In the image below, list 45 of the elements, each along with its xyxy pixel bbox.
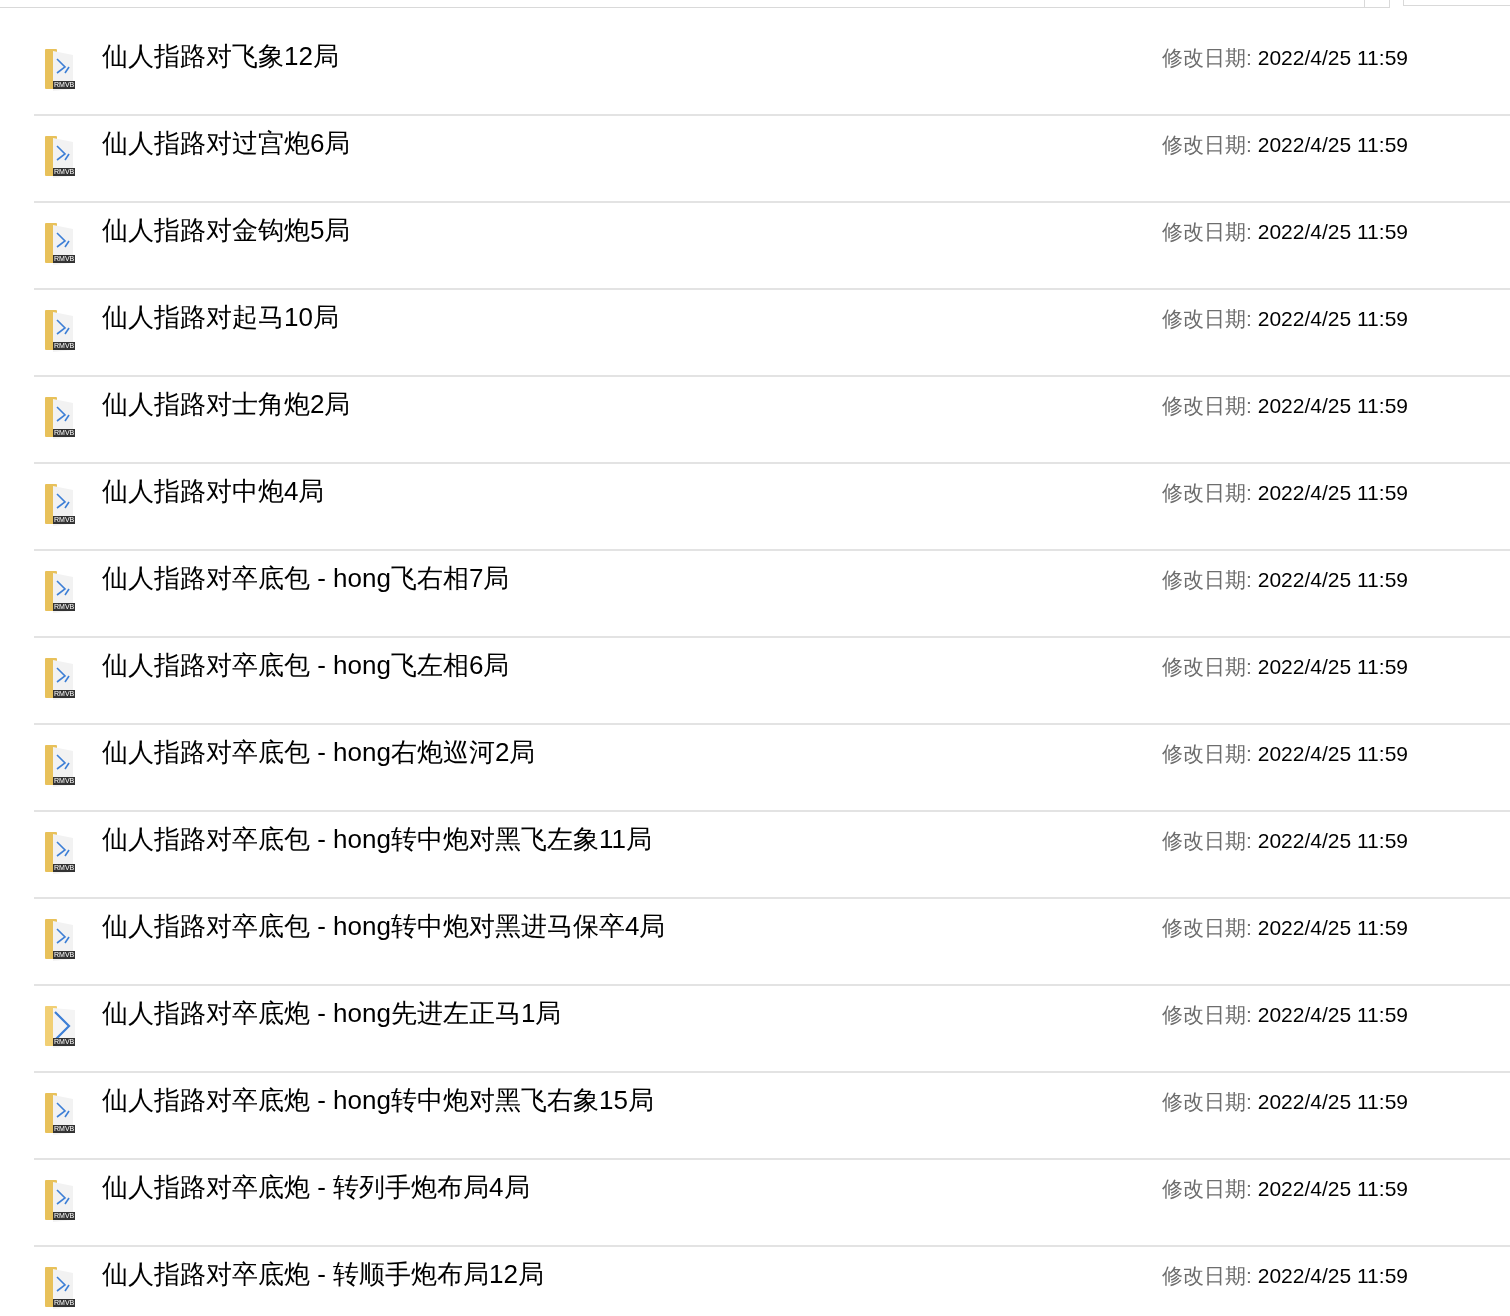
- date-label: 修改日期:: [1161, 1176, 1252, 1202]
- modified-date: 2022/4/25 11:59: [1257, 219, 1408, 245]
- file-name[interactable]: 仙人指路对卒底包 - hong转中炮对黑进马保卒4局: [102, 910, 666, 942]
- date-label: 修改日期:: [1161, 132, 1252, 158]
- file-name[interactable]: 仙人指路对起马10局: [102, 301, 339, 333]
- modified-date: 2022/4/25 11:59: [1257, 828, 1408, 854]
- date-label: 修改日期:: [1161, 1263, 1252, 1289]
- modified-date: 2022/4/25 11:59: [1257, 306, 1408, 332]
- file-name[interactable]: 仙人指路对中炮4局: [102, 475, 325, 507]
- modified-date: 2022/4/25 11:59: [1257, 1089, 1408, 1115]
- modified-date: 2022/4/25 11:59: [1257, 915, 1408, 941]
- file-name[interactable]: 仙人指路对卒底炮 - 转列手炮布局4局: [102, 1171, 530, 1203]
- date-label: 修改日期:: [1161, 1089, 1252, 1115]
- file-name[interactable]: 仙人指路对士角炮2局: [102, 388, 351, 420]
- file-name[interactable]: 仙人指路对卒底包 - hong飞左相6局: [102, 649, 510, 681]
- file-name[interactable]: 仙人指路对卒底包 - hong转中炮对黑飞左象11局: [102, 823, 652, 855]
- file-name[interactable]: 仙人指路对卒底炮 - hong转中炮对黑飞右象15局: [102, 1084, 654, 1116]
- modified-date: 2022/4/25 11:59: [1257, 132, 1408, 158]
- modified-date: 2022/4/25 11:59: [1257, 480, 1408, 506]
- date-label: 修改日期:: [1161, 393, 1252, 419]
- modified-date: 2022/4/25 11:59: [1257, 654, 1408, 680]
- modified-date: 2022/4/25 11:59: [1257, 45, 1408, 71]
- modified-date: 2022/4/25 11:59: [1257, 1176, 1408, 1202]
- date-label: 修改日期:: [1161, 45, 1252, 71]
- file-name[interactable]: 仙人指路对金钩炮5局: [102, 214, 351, 246]
- date-label: 修改日期:: [1161, 915, 1252, 941]
- modified-date: 2022/4/25 11:59: [1257, 567, 1408, 593]
- date-label: 修改日期:: [1161, 654, 1252, 680]
- file-name[interactable]: 仙人指路对卒底包 - hong飞右相7局: [102, 562, 510, 594]
- file-name[interactable]: 仙人指路对卒底炮 - 转顺手炮布局12局: [102, 1258, 545, 1290]
- file-name[interactable]: 仙人指路对卒底炮 - hong先进左正马1局: [102, 997, 562, 1029]
- date-label: 修改日期:: [1161, 828, 1252, 854]
- date-label: 修改日期:: [1161, 219, 1252, 245]
- modified-date: 2022/4/25 11:59: [1257, 393, 1408, 419]
- file-name[interactable]: 仙人指路对飞象12局: [102, 40, 339, 72]
- modified-date: 2022/4/25 11:59: [1257, 741, 1408, 767]
- file-name[interactable]: 仙人指路对卒底包 - hong右炮巡河2局: [102, 736, 536, 768]
- modified-date: 2022/4/25 11:59: [1257, 1002, 1408, 1028]
- date-label: 修改日期:: [1161, 567, 1252, 593]
- date-label: 修改日期:: [1161, 741, 1252, 767]
- modified-date: 2022/4/25 11:59: [1257, 1263, 1408, 1289]
- date-label: 修改日期:: [1161, 306, 1252, 332]
- date-label: 修改日期:: [1161, 1002, 1252, 1028]
- date-label: 修改日期:: [1161, 480, 1252, 506]
- file-name[interactable]: 仙人指路对过宫炮6局: [102, 127, 351, 159]
